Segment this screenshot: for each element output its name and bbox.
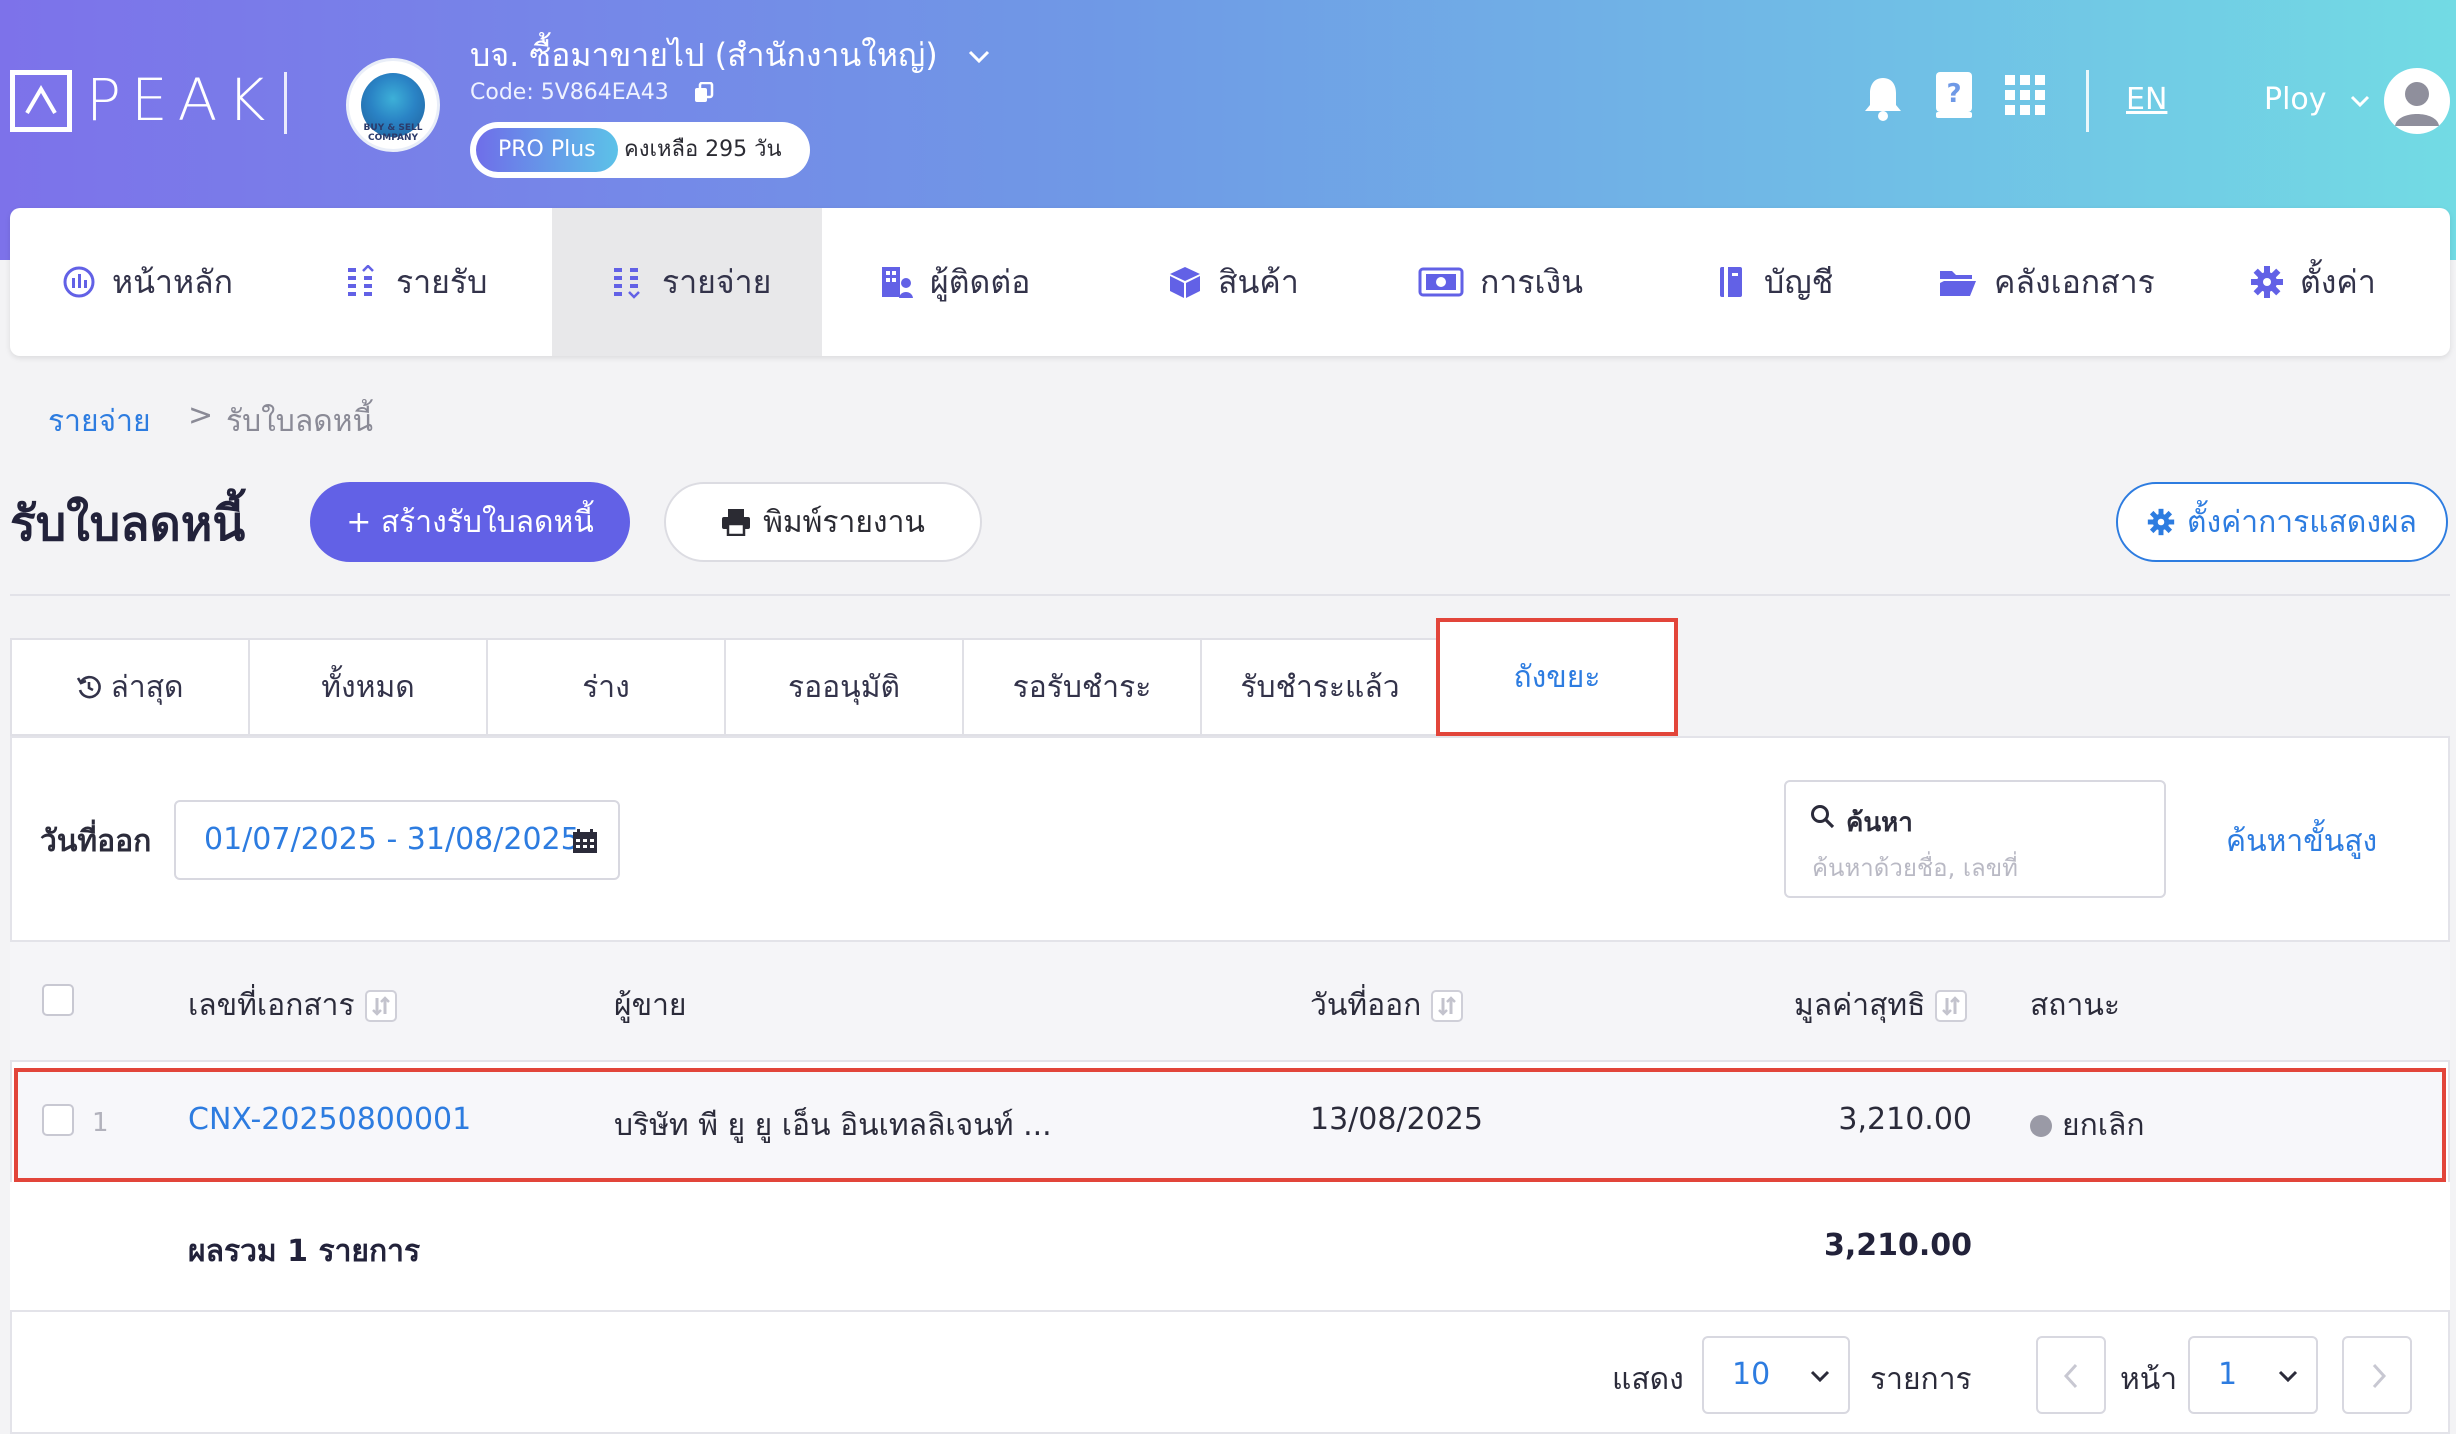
prev-page-button[interactable] [2036,1336,2106,1414]
next-page-button[interactable] [2342,1336,2412,1414]
dashboard-icon [63,266,95,298]
row-checkbox[interactable] [42,1104,74,1136]
display-settings-button[interactable]: ตั้งค่าการแสดงผล [2116,482,2448,562]
tab-paid[interactable]: รับชำระแล้ว [1200,638,1440,736]
ledger-icon [1720,267,1742,297]
tab-awaiting-payment[interactable]: รอรับชำระ [962,638,1202,736]
peak-logo-text: PEAK [86,66,276,134]
peak-logo-mark [10,70,72,132]
row-index: 1 [92,1108,109,1138]
nav-item-expense[interactable]: รายจ่าย [552,208,822,356]
nav-item-finance[interactable]: การเงิน [1418,208,1583,356]
sort-icon[interactable] [1431,989,1464,1022]
gear-icon [2147,508,2175,536]
col-header-issue-date[interactable]: วันที่ออก [1310,982,1464,1029]
nav-item-documents[interactable]: คลังเอกสาร [1938,208,2155,356]
folder-icon [1940,271,1976,296]
title-divider [10,594,2450,596]
summary-label: ผลรวม 1 รายการ [188,1234,421,1269]
net-amount: 3,210.00 [1838,1102,1972,1137]
sort-icon[interactable] [364,989,397,1022]
calendar-icon [573,829,597,853]
income-icon [348,265,374,296]
plan-pill[interactable]: PRO Plus คงเหลือ 295 วัน [470,122,810,178]
issue-date: 13/08/2025 [1310,1102,1483,1137]
col-header-net-amount[interactable]: มูลค่าสุทธิ [1794,982,1968,1029]
bell-icon[interactable] [1862,74,1904,122]
chevron-down-icon [2351,95,2370,107]
chevron-down-icon [2278,1370,2298,1382]
page-number-select[interactable]: 1 [2188,1336,2318,1414]
user-avatar-icon [2395,82,2439,126]
header-divider-right [2086,70,2089,132]
help-book-icon[interactable]: ? [1934,70,1974,120]
expense-icon [614,268,640,299]
copy-icon[interactable] [694,81,714,104]
tab-trash[interactable]: ถังขยะ [1436,618,1678,736]
nav-item-contacts[interactable]: ผู้ติดต่อ [880,208,1030,356]
col-header-vendor: ผู้ขาย [614,988,687,1023]
status-dot [2030,1114,2052,1137]
advanced-search-link[interactable]: ค้นหาขั้นสูง [2226,818,2377,865]
tab-awaiting-approval[interactable]: รออนุมัติ [724,638,964,736]
nav-item-dashboard[interactable]: หน้าหลัก [62,208,233,356]
language-switch[interactable]: EN [2126,82,2167,117]
search-placeholder: ค้นหาด้วยชื่อ, เลขที่ [1812,854,2018,882]
vendor-name: บริษัท พี ยู ยู เอ็น อินเทลลิเจนท์ ... [614,1108,1052,1143]
page-size-select[interactable]: 10 [1702,1336,1850,1414]
company-code: Code: 5V864EA43 [470,80,714,105]
tab-latest[interactable]: ล่าสุด [10,638,250,736]
col-header-status: สถานะ [2030,988,2120,1023]
money-icon [1418,267,1464,297]
tab-all[interactable]: ทั้งหมด [248,638,488,736]
status-badge: ยกเลิก [2030,1102,2145,1149]
breadcrumb-parent[interactable]: รายจ่าย [48,398,151,445]
pagination-page-label: หน้า [2120,1362,2178,1397]
breadcrumb-separator: > [188,398,214,433]
nav-item-settings[interactable]: ตั้งค่า [2250,208,2376,356]
company-switcher[interactable]: บจ. ซื้อมาขายไป (สำนักงานใหญ่) [470,30,990,81]
search-icon [1811,805,1835,829]
sort-icon[interactable] [1935,989,1968,1022]
select-all-checkbox[interactable] [42,984,74,1016]
page-title: รับใบลดหนี้ [10,496,246,552]
gear-icon [2251,266,2283,298]
col-header-doc-no[interactable]: เลขที่เอกสาร [188,982,397,1029]
nav-item-income[interactable]: รายรับ [346,208,487,356]
doc-number-link[interactable]: CNX-20250800001 [188,1102,471,1137]
nav-item-accounts[interactable]: บัญชี [1714,208,1833,356]
product-box-icon [1170,267,1200,298]
chevron-right-icon [2372,1363,2387,1389]
user-menu[interactable]: Ploy [2264,82,2370,117]
print-report-button[interactable]: พิมพ์รายงาน [664,482,982,562]
breadcrumb-current: รับใบลดหนี้ [226,404,373,439]
svg-text:?: ? [1946,79,1961,109]
printer-icon [722,509,751,536]
search-input[interactable]: ค้นหา ค้นหาด้วยชื่อ, เลขที่ [1784,780,2166,898]
header-divider [284,72,287,134]
pagination-items-label: รายการ [1870,1362,1972,1397]
apps-grid-icon[interactable] [2004,74,2046,116]
nav-item-products[interactable]: สินค้า [1168,208,1299,356]
main-nav: หน้าหลัก รายรับ รายจ่าย ผู้ติดต่อ สินค้า… [10,208,2450,356]
chevron-down-icon [1810,1370,1830,1382]
tab-draft[interactable]: ร่าง [486,638,726,736]
avatar[interactable] [2384,68,2450,134]
search-label: ค้นหา [1846,808,1913,838]
chevron-down-icon [968,50,989,64]
create-credit-note-button[interactable]: + สร้างรับใบลดหนี้ [310,482,630,562]
pagination-show-label: แสดง [1612,1362,1684,1397]
contacts-icon [882,267,913,298]
date-filter-label: วันที่ออก [40,824,152,859]
history-icon [77,675,102,699]
plan-remaining: คงเหลือ 295 วัน [624,137,782,162]
plan-badge: PRO Plus [476,128,618,172]
chevron-left-icon [2063,1363,2078,1389]
summary-amount: 3,210.00 [1823,1228,1972,1263]
date-range-picker[interactable]: 01/07/2025 - 31/08/2025 [174,800,620,880]
company-logo[interactable]: BUY & SELL COMPANY [346,58,440,152]
